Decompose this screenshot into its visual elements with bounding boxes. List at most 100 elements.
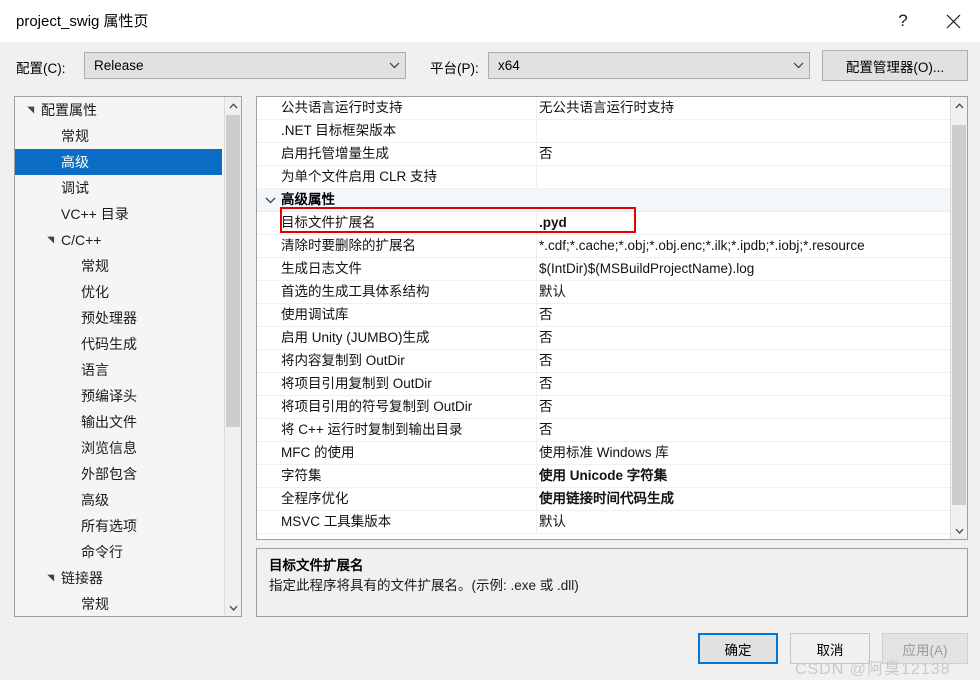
tree-item-label: 高级 <box>61 154 89 170</box>
tree-item[interactable]: 代码生成 <box>15 331 222 357</box>
cancel-button[interactable]: 取消 <box>790 633 870 664</box>
tree-item[interactable]: 浏览信息 <box>15 435 222 461</box>
tree-item[interactable]: 命令行 <box>15 539 222 565</box>
property-row[interactable]: 目标文件扩展名 .pyd <box>257 212 950 235</box>
configuration-select[interactable]: Release <box>84 52 406 79</box>
property-grid[interactable]: 公共语言运行时支持 无公共语言运行时支持 .NET 目标框架版本 启用托管增量生成否为… <box>257 97 950 539</box>
tree-item[interactable]: 外部包含 <box>15 461 222 487</box>
property-name: 高级属性 <box>281 192 335 207</box>
tree-item[interactable]: 高级 <box>15 149 222 175</box>
column-separator <box>536 166 537 189</box>
column-separator <box>536 97 537 120</box>
tree-item[interactable]: 优化 <box>15 279 222 305</box>
tree-item[interactable]: ◢ C/C++ <box>15 227 222 253</box>
expander-expanded-icon[interactable]: ◢ <box>17 103 43 117</box>
ok-button[interactable]: 确定 <box>698 633 778 664</box>
property-name: 将项目引用的符号复制到 OutDir <box>281 399 473 414</box>
property-name: MSVC 工具集版本 <box>281 514 392 529</box>
tree-item[interactable]: 预处理器 <box>15 305 222 331</box>
property-value[interactable]: .pyd <box>539 212 947 234</box>
tree-item[interactable]: ◢ 链接器 <box>15 565 222 591</box>
property-value[interactable]: *.cdf;*.cache;*.obj;*.obj.enc;*.ilk;*.ip… <box>539 235 947 257</box>
tree-scrollbar-thumb[interactable] <box>226 115 240 427</box>
tree-item[interactable]: 常规 <box>15 123 222 149</box>
property-value[interactable]: 否 <box>539 396 947 418</box>
property-row[interactable]: 清除时要删除的扩展名 *.cdf;*.cache;*.obj;*.obj.enc;… <box>257 235 950 258</box>
property-name: 生成日志文件 <box>281 261 362 276</box>
column-separator <box>536 465 537 488</box>
close-button[interactable] <box>930 0 976 42</box>
tree-item[interactable]: 预编译头 <box>15 383 222 409</box>
property-row[interactable]: 将内容复制到 OutDir 否 <box>257 350 950 373</box>
property-value[interactable] <box>539 166 947 188</box>
property-value[interactable]: 无公共语言运行时支持 <box>539 97 947 119</box>
grid-scrollbar-thumb[interactable] <box>952 125 966 505</box>
expander-expanded-icon[interactable]: ◢ <box>37 571 63 585</box>
property-value[interactable]: 否 <box>539 373 947 395</box>
property-value[interactable]: 否 <box>539 143 947 165</box>
property-value[interactable] <box>539 120 947 142</box>
property-row[interactable]: 全程序优化 使用链接时间代码生成 <box>257 488 950 511</box>
scroll-down-icon[interactable] <box>225 599 241 616</box>
tree-item[interactable]: 所有选项 <box>15 513 222 539</box>
tree-item-label: 输出文件 <box>81 414 137 430</box>
scroll-down-icon[interactable] <box>951 522 967 539</box>
property-name: 启用托管增量生成 <box>281 146 389 161</box>
property-value[interactable]: 使用链接时间代码生成 <box>539 488 947 510</box>
property-value[interactable]: 默认 <box>539 511 947 533</box>
property-value[interactable]: 否 <box>539 419 947 441</box>
platform-select[interactable]: x64 <box>488 52 810 79</box>
property-value[interactable]: 默认 <box>539 281 947 303</box>
property-value[interactable]: 否 <box>539 327 947 349</box>
property-value[interactable]: 否 <box>539 304 947 326</box>
grid-vertical-scrollbar[interactable] <box>950 97 967 539</box>
chevron-down-icon[interactable] <box>263 189 277 211</box>
property-row[interactable]: 首选的生成工具体系结构 默认 <box>257 281 950 304</box>
property-name: 目标文件扩展名 <box>281 215 376 230</box>
tree-item[interactable]: 常规 <box>15 591 222 616</box>
description-body: 指定此程序将具有的文件扩展名。(示例: .exe 或 .dll) <box>269 578 579 593</box>
scroll-up-icon[interactable] <box>225 97 241 114</box>
column-separator <box>536 396 537 419</box>
tree-item[interactable]: ◢ 配置属性 <box>15 97 222 123</box>
description-title: 目标文件扩展名 <box>269 558 364 573</box>
property-value[interactable]: 使用标准 Windows 库 <box>539 442 947 464</box>
description-panel: 目标文件扩展名 指定此程序将具有的文件扩展名。(示例: .exe 或 .dll) <box>256 548 968 617</box>
property-name: 字符集 <box>281 468 322 483</box>
property-tree[interactable]: ◢ 配置属性 常规 高级 调试 VC++ 目录 ◢ C/C++ 常规 优化 预处理器 代码生成 语言 预编… <box>15 97 222 616</box>
property-row[interactable]: 为单个文件启用 CLR 支持 <box>257 166 950 189</box>
property-row[interactable]: 将项目引用复制到 OutDir 否 <box>257 373 950 396</box>
property-row[interactable]: 公共语言运行时支持 无公共语言运行时支持 <box>257 97 950 120</box>
tree-item-label: 预编译头 <box>81 388 137 404</box>
property-row[interactable]: 将 C++ 运行时复制到输出目录 否 <box>257 419 950 442</box>
column-separator <box>536 212 537 235</box>
tree-item[interactable]: VC++ 目录 <box>15 201 222 227</box>
property-row[interactable]: 生成日志文件 $(IntDir)$(MSBuildProjectName).log <box>257 258 950 281</box>
tree-item[interactable]: 输出文件 <box>15 409 222 435</box>
property-row[interactable]: 启用托管增量生成 否 <box>257 143 950 166</box>
scroll-up-icon[interactable] <box>951 97 967 114</box>
tree-item[interactable]: 调试 <box>15 175 222 201</box>
property-value[interactable] <box>539 189 947 211</box>
column-separator <box>536 304 537 327</box>
property-name: 启用 Unity (JUMBO)生成 <box>281 330 430 345</box>
help-button[interactable]: ? <box>880 0 926 42</box>
tree-item[interactable]: 语言 <box>15 357 222 383</box>
property-row[interactable]: MFC 的使用 使用标准 Windows 库 <box>257 442 950 465</box>
expander-expanded-icon[interactable]: ◢ <box>37 233 63 247</box>
tree-item[interactable]: 高级 <box>15 487 222 513</box>
configuration-manager-button[interactable]: 配置管理器(O)... <box>822 50 968 81</box>
property-value[interactable]: 否 <box>539 350 947 372</box>
tree-item-label: C/C++ <box>61 232 102 248</box>
property-row[interactable]: 使用调试库 否 <box>257 304 950 327</box>
property-row[interactable]: .NET 目标框架版本 <box>257 120 950 143</box>
property-row[interactable]: MSVC 工具集版本 默认 <box>257 511 950 534</box>
tree-vertical-scrollbar[interactable] <box>224 97 241 616</box>
property-category-row[interactable]: 高级属性 <box>257 189 950 212</box>
property-value[interactable]: 使用 Unicode 字符集 <box>539 465 947 487</box>
property-row[interactable]: 字符集 使用 Unicode 字符集 <box>257 465 950 488</box>
property-row[interactable]: 将项目引用的符号复制到 OutDir 否 <box>257 396 950 419</box>
tree-item[interactable]: 常规 <box>15 253 222 279</box>
property-value[interactable]: $(IntDir)$(MSBuildProjectName).log <box>539 258 947 280</box>
property-row[interactable]: 启用 Unity (JUMBO)生成 否 <box>257 327 950 350</box>
